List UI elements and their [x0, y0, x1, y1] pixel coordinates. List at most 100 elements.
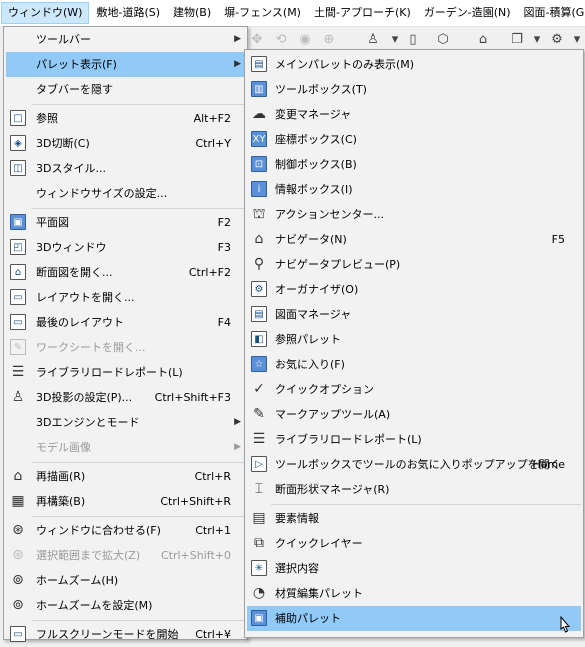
submenu-item-drawing-manager[interactable]: ▤ 図面マネージャ	[247, 302, 581, 327]
menu-fence[interactable]: 塀-フェンス(M)	[218, 2, 307, 24]
pan-icon[interactable]: ✥	[248, 32, 266, 48]
menu-building[interactable]: 建物(B)	[167, 2, 217, 24]
shortcut: Ctrl+Shift+F3	[154, 391, 231, 404]
dropdown-icon[interactable]: ▾	[386, 32, 404, 48]
menu-item-3d-style[interactable]: ◫ 3Dスタイル...	[6, 156, 245, 181]
submenu-item-main-palette-only[interactable]: ▤ メインパレットのみ表示(M)	[247, 52, 581, 77]
menu-item-floor-plan[interactable]: ▣ 平面図 F2	[6, 210, 245, 235]
menu-item-label: 3D切断(C)	[36, 137, 90, 150]
menu-item-rebuild[interactable]: ▦ 再構築(B) Ctrl+Shift+R	[6, 489, 245, 514]
menu-item-reference[interactable]: □ 参照 Alt+F2	[6, 106, 245, 131]
element-info-icon: ▤	[252, 510, 266, 526]
menu-item-model-image: モデル画像 ▶	[6, 435, 245, 460]
submenu-item-quick-layer[interactable]: ⧉ クイックレイヤー	[247, 531, 581, 556]
settings-icon[interactable]: ⚙	[548, 32, 566, 48]
submenu-item-favorites-popup[interactable]: ▷ ツールボックスでツールのお気に入りポップアップを開く Home	[247, 452, 581, 477]
eye-icon[interactable]: ◉	[296, 32, 314, 48]
layer-icon[interactable]: ❐	[508, 32, 526, 48]
menu-item-last-layout[interactable]: ▭ 最後のレイアウト F4	[6, 310, 245, 335]
submenu-item-reference-palette[interactable]: ◧ 参照パレット	[247, 327, 581, 352]
cube-icon[interactable]: ⬡	[434, 32, 452, 48]
submenu-item-navigator[interactable]: ⌂ ナビゲータ(N) F5	[247, 227, 581, 252]
rebuild-icon: ▦	[11, 493, 25, 509]
submenu-item-coordinate-box[interactable]: XY 座標ボックス(C)	[247, 127, 581, 152]
library-report-icon: ☰	[11, 364, 25, 380]
control-box-icon: ⊡	[251, 156, 267, 172]
submenu-item-markup-tool[interactable]: ✎ マークアップツール(A)	[247, 402, 581, 427]
box-icon[interactable]: ▯	[404, 32, 422, 48]
menu-item-home-zoom[interactable]: ⊚ ホームズーム(H)	[6, 568, 245, 593]
submenu-item-library-report[interactable]: ☰ ライブラリロードレポート(L)	[247, 427, 581, 452]
menu-item-fit-window[interactable]: ⊛ ウィンドウに合わせる(F) Ctrl+1	[6, 518, 245, 543]
menu-garden[interactable]: ガーデン-造園(N)	[418, 2, 517, 24]
submenu-item-quick-options[interactable]: ✓ クイックオプション	[247, 377, 581, 402]
menu-item-3d-window[interactable]: ◰ 3Dウィンドウ F3	[6, 235, 245, 260]
menu-item-label: パレット表示(F)	[36, 58, 117, 71]
menu-window[interactable]: ウィンドウ(W)	[1, 2, 90, 24]
section-icon: ⌂	[10, 264, 26, 280]
menu-item-hide-tabbar[interactable]: タブバーを隠す	[6, 77, 245, 102]
fullscreen-icon: ▭	[10, 626, 26, 642]
navigator-icon: ⌂	[254, 231, 264, 247]
dropdown-icon[interactable]: ▾	[568, 32, 585, 48]
menu-item-library-report[interactable]: ☰ ライブラリロードレポート(L)	[6, 360, 245, 385]
submenu-item-info-box[interactable]: i 情報ボックス(I)	[247, 177, 581, 202]
menu-item-label: 変更マネージャ	[275, 108, 352, 121]
orbit-icon[interactable]: ⟲	[272, 32, 290, 48]
menu-item-3d-projection[interactable]: ♙ 3D投影の設定(P)... Ctrl+Shift+F3	[6, 385, 245, 410]
submenu-item-change-manager[interactable]: ☁ 変更マネージャ	[247, 102, 581, 127]
menu-site-road[interactable]: 敷地-道路(S)	[90, 2, 166, 24]
menu-item-window-size[interactable]: ウィンドウサイズの設定...	[6, 181, 245, 206]
worksheet-icon: ✎	[10, 339, 26, 355]
menu-item-fullscreen[interactable]: ▭ フルスクリーンモードを開始 Ctrl+¥	[6, 622, 245, 647]
menu-drawing[interactable]: 図面-積算(G)	[518, 2, 585, 24]
separator	[32, 516, 245, 517]
selection-icon: ✳	[251, 560, 267, 576]
menu-item-3d-engine[interactable]: 3Dエンジンとモード ▶	[6, 410, 245, 435]
menu-item-redraw[interactable]: ⌂ 再描画(R) Ctrl+R	[6, 464, 245, 489]
quick-options-icon: ✓	[253, 381, 265, 397]
submenu-item-helper-palette[interactable]: ▣ 補助パレット	[247, 606, 581, 631]
helper-palette-icon: ▣	[251, 610, 267, 626]
menu-item-label: 最後のレイアウト	[36, 316, 124, 329]
menu-item-palette-display[interactable]: パレット表示(F) ▶	[6, 52, 245, 77]
submenu-item-control-box[interactable]: ⊡ 制御ボックス(B)	[247, 152, 581, 177]
submenu-item-element-info[interactable]: ▤ 要素情報	[247, 506, 581, 531]
submenu-item-action-center[interactable]: ⛫ アクションセンター...	[247, 202, 581, 227]
dropdown-icon[interactable]: ▾	[528, 32, 546, 48]
menu-item-label: オーガナイザ(O)	[275, 283, 359, 296]
menu-item-label: レイアウトを開く...	[36, 291, 135, 304]
menu-item-label: 補助パレット	[275, 612, 341, 625]
shortcut: Ctrl+F2	[188, 266, 231, 279]
menu-item-set-home-zoom[interactable]: ⊚ ホームズームを設定(M)	[6, 593, 245, 618]
palette-submenu: ▤ メインパレットのみ表示(M) ▥ ツールボックス(T) ☁ 変更マネージャ …	[244, 49, 584, 638]
navigator-icon[interactable]: ⌂	[474, 32, 492, 48]
menu-item-toolbar[interactable]: ツールバー ▶	[6, 27, 245, 52]
menu-item-label: ライブラリロードレポート(L)	[275, 433, 422, 446]
menu-approach[interactable]: 土間-アプローチ(K)	[308, 2, 417, 24]
shortcut: Ctrl+R	[194, 470, 231, 483]
submenu-item-toolbox[interactable]: ▥ ツールボックス(T)	[247, 77, 581, 102]
shortcut: Ctrl+Shift+0	[160, 549, 231, 562]
profile-manager-icon: ⌶	[254, 481, 264, 497]
fit-window-icon: ⊛	[12, 522, 24, 538]
menu-item-label: お気に入り(F)	[275, 358, 345, 371]
submenu-item-profile-manager[interactable]: ⌶ 断面形状マネージャ(R)	[247, 477, 581, 502]
menu-item-open-layout[interactable]: ▭ レイアウトを開く...	[6, 285, 245, 310]
person-icon[interactable]: ♙	[364, 32, 382, 48]
menu-item-label: フルスクリーンモードを開始	[36, 628, 179, 641]
submenu-item-navigator-preview[interactable]: ⚲ ナビゲータプレビュー(P)	[247, 252, 581, 277]
shortcut: F4	[217, 316, 231, 329]
menu-item-open-section[interactable]: ⌂ 断面図を開く... Ctrl+F2	[6, 260, 245, 285]
target-icon[interactable]: ⊕	[320, 32, 338, 48]
library-report-icon: ☰	[252, 431, 266, 447]
drawing-manager-icon: ▤	[251, 306, 267, 322]
submenu-item-selection[interactable]: ✳ 選択内容	[247, 556, 581, 581]
menu-item-3d-cut[interactable]: ◈ 3D切断(C) Ctrl+Y	[6, 131, 245, 156]
menu-item-label: 選択範囲まで拡大(Z)	[36, 549, 141, 562]
menu-item-label: ナビゲータ(N)	[275, 233, 347, 246]
submenu-item-material-palette[interactable]: ◔ 材質編集パレット	[247, 581, 581, 606]
submenu-item-organizer[interactable]: ⚙ オーガナイザ(O)	[247, 277, 581, 302]
submenu-item-favorites[interactable]: ☆ お気に入り(F)	[247, 352, 581, 377]
menu-item-label: 材質編集パレット	[275, 587, 363, 600]
